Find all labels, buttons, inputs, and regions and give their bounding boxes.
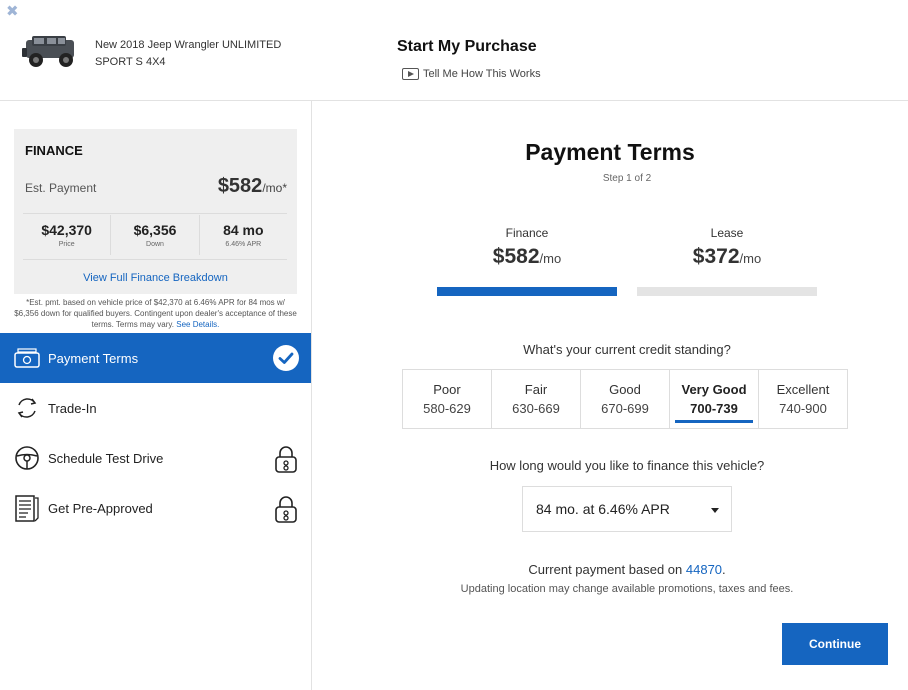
stat-label: 6.46% APR — [225, 241, 262, 248]
purchase-steps: Payment Terms Trade-In Schedule Test Dri… — [0, 333, 311, 533]
document-icon — [14, 495, 40, 522]
credit-range: 580-629 — [423, 401, 471, 416]
tab-indicator-bar — [637, 287, 817, 296]
card-divider — [23, 259, 287, 260]
card-divider — [23, 213, 287, 214]
step-get-pre-approved[interactable]: Get Pre-Approved — [0, 483, 311, 533]
tab-value: $372/mo — [637, 245, 817, 269]
zip-code-link[interactable]: 44870 — [686, 562, 722, 577]
stat-value: $42,370 — [41, 222, 92, 238]
tab-amount: $582 — [492, 245, 540, 268]
credit-range: 630-669 — [512, 401, 560, 416]
credit-option-excellent[interactable]: Excellent 740-900 — [758, 369, 848, 429]
term-select[interactable]: 84 mo. at 6.46% APR — [522, 486, 732, 532]
stat-term: 84 mo 6.46% APR — [200, 215, 287, 255]
finance-stats: $42,370 Price $6,356 Down 84 mo 6.46% AP… — [23, 215, 287, 255]
est-payment-label: Est. Payment — [25, 181, 97, 195]
est-payment-value: $582/mo* — [218, 175, 287, 198]
play-icon — [402, 68, 419, 80]
header-divider — [0, 100, 908, 101]
how-it-works-link[interactable]: Tell Me How This Works — [402, 68, 541, 80]
credit-option-poor[interactable]: Poor 580-629 — [402, 369, 492, 429]
finance-breakdown-link[interactable]: View Full Finance Breakdown — [14, 272, 297, 284]
credit-range: 700-739 — [690, 401, 738, 416]
sidebar-divider — [311, 101, 312, 690]
credit-range: 740-900 — [779, 401, 827, 416]
check-circle-icon — [273, 345, 299, 371]
payment-terms-title: Payment Terms — [525, 139, 695, 165]
tab-label: Finance — [505, 226, 549, 240]
tab-unit: /mo — [539, 251, 562, 266]
vehicle-name: New 2018 Jeep Wrangler UNLIMITED SPORT S… — [95, 39, 282, 68]
close-icon[interactable]: ✖ — [6, 2, 19, 20]
step-schedule-test-drive[interactable]: Schedule Test Drive — [0, 433, 311, 483]
credit-label: Fair — [524, 382, 548, 397]
term-question: How long would you like to finance this … — [489, 458, 765, 473]
page-title: Start My Purchase — [397, 38, 537, 55]
step-trade-in[interactable]: Trade-In — [0, 383, 311, 433]
finance-summary-card: FINANCE Est. Payment $582/mo* $42,370 Pr… — [14, 129, 297, 294]
continue-button[interactable]: Continue — [782, 623, 888, 665]
stat-value: $6,356 — [133, 222, 177, 238]
stat-label: Down — [146, 241, 164, 248]
selected-underline — [675, 420, 753, 423]
money-icon — [14, 345, 40, 371]
credit-options: Poor 580-629 Fair 630-669 Good 670-699 V… — [402, 369, 848, 429]
credit-label: Very Good — [681, 382, 747, 397]
tab-finance[interactable]: Finance $582/mo — [437, 226, 617, 296]
step-label: Get Pre-Approved — [48, 500, 153, 516]
step-label: Schedule Test Drive — [48, 450, 164, 466]
stat-value: 84 mo — [223, 222, 264, 238]
step-indicator: Step 1 of 2 — [602, 173, 652, 184]
stat-price: $42,370 Price — [23, 215, 112, 255]
tab-lease[interactable]: Lease $372/mo — [637, 226, 817, 296]
disclaimer-text: *Est. pmt. based on vehicle price of $42… — [14, 298, 297, 329]
credit-label: Excellent — [776, 382, 830, 397]
tab-amount: $372 — [692, 245, 740, 268]
vehicle-thumbnail — [22, 36, 74, 67]
credit-option-fair[interactable]: Fair 630-669 — [491, 369, 581, 429]
est-payment-amount: $582 — [217, 175, 263, 197]
location-update-note: Updating location may change available p… — [460, 583, 794, 595]
credit-option-good[interactable]: Good 670-699 — [580, 369, 670, 429]
tab-value: $582/mo — [437, 245, 617, 269]
caret-down-icon — [711, 508, 719, 513]
stat-label: Price — [58, 241, 75, 248]
step-payment-terms[interactable]: Payment Terms — [0, 333, 311, 383]
current-payment-location: Current payment based on 44870. — [528, 562, 726, 577]
lock-icon — [273, 495, 299, 523]
credit-question: What's your current credit standing? — [523, 342, 731, 357]
steering-wheel-icon — [14, 445, 40, 471]
tab-label: Lease — [710, 226, 744, 240]
tab-unit: /mo — [739, 251, 762, 266]
see-details-link[interactable]: See Details. — [176, 320, 219, 329]
est-payment-unit: /mo* — [262, 181, 287, 195]
credit-range: 670-699 — [601, 401, 649, 416]
how-it-works-label: Tell Me How This Works — [423, 68, 541, 80]
swap-arrows-icon — [14, 395, 40, 421]
finance-disclaimer: *Est. pmt. based on vehicle price of $42… — [14, 297, 297, 330]
lock-icon — [273, 445, 299, 473]
step-label: Trade-In — [48, 400, 97, 416]
current-payment-prefix: Current payment based on — [528, 562, 683, 577]
stat-down: $6,356 Down — [111, 215, 200, 255]
tab-indicator-bar — [437, 287, 617, 296]
credit-option-very-good[interactable]: Very Good 700-739 — [669, 369, 759, 429]
credit-label: Poor — [433, 382, 461, 397]
credit-label: Good — [609, 382, 641, 397]
term-selected-value: 84 mo. at 6.46% APR — [536, 501, 670, 517]
step-label: Payment Terms — [48, 350, 139, 366]
finance-card-title: FINANCE — [25, 143, 83, 158]
